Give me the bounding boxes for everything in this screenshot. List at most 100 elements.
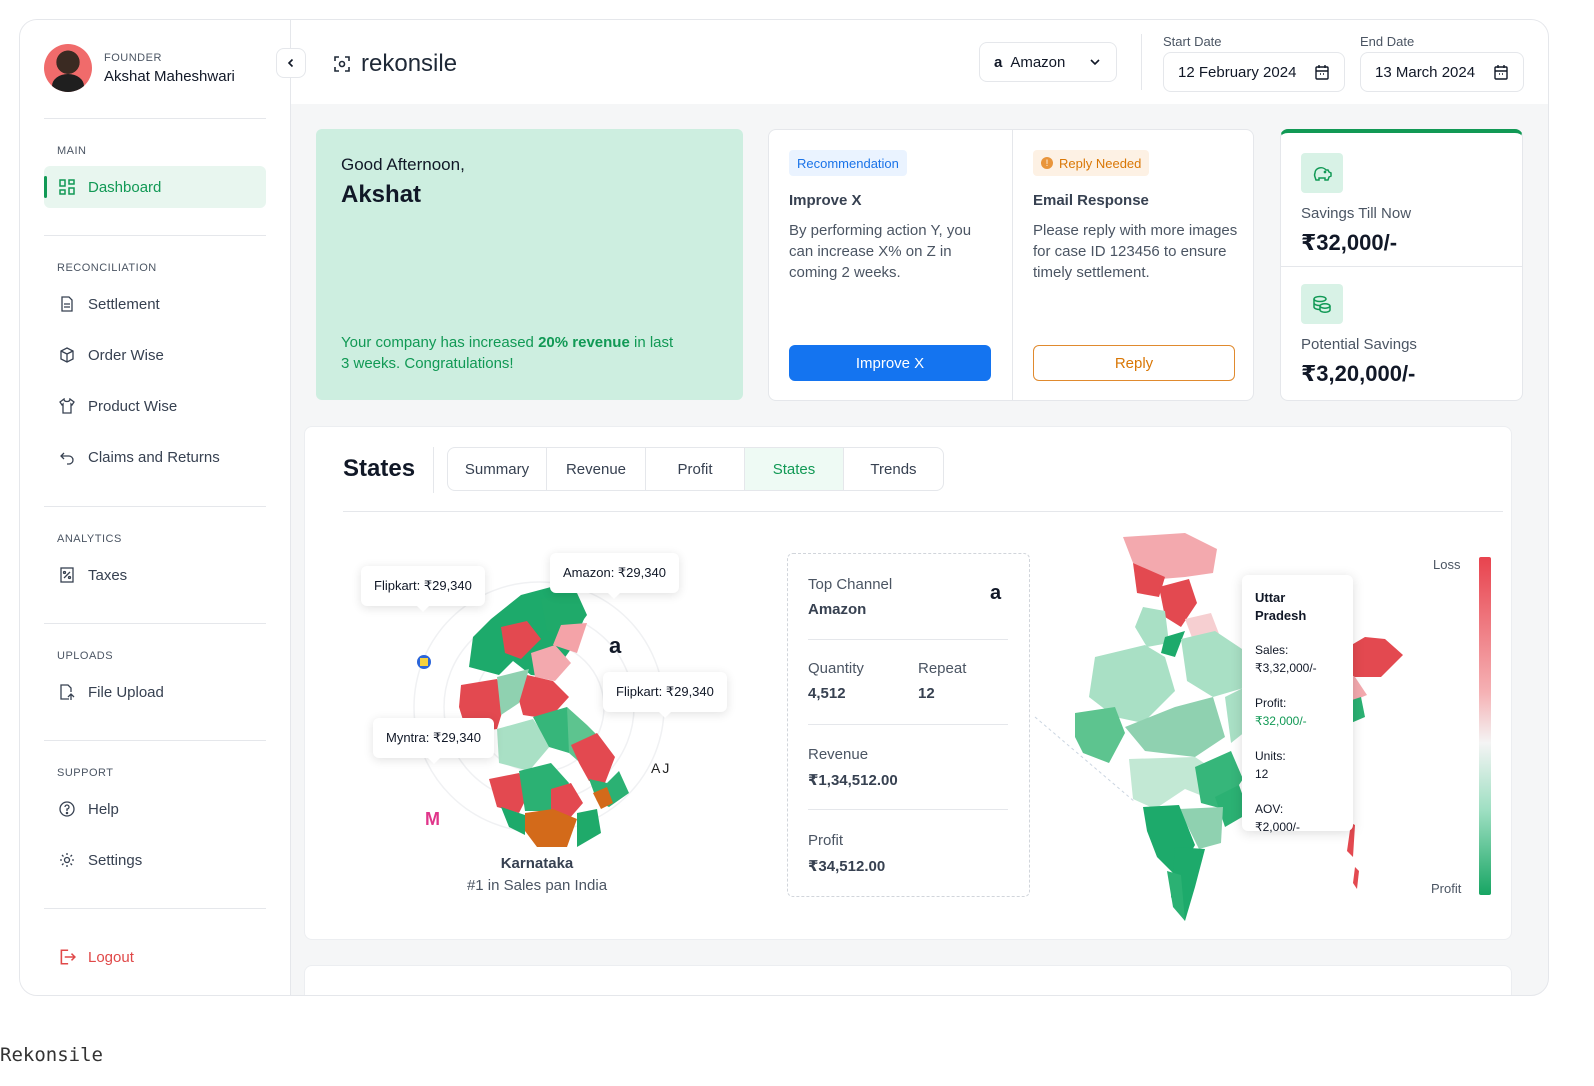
sidebar-item-label: Help (88, 800, 119, 818)
sidebar-item-label: Dashboard (88, 178, 162, 196)
reply-body: Please reply with more images for case I… (1033, 222, 1238, 281)
amazon-icon: a (994, 53, 1003, 71)
savings-till-now-value: ₹32,000/- (1301, 230, 1398, 255)
state-region (1181, 631, 1247, 697)
channel-select[interactable]: a Amazon (979, 42, 1117, 82)
divider (44, 908, 266, 909)
repeat-label: Repeat (918, 660, 967, 677)
divider (808, 809, 1008, 810)
tab-profit[interactable]: Profit (646, 448, 745, 490)
profit-value: ₹34,512.00 (808, 858, 886, 875)
sidebar-item-settings[interactable]: Settings (44, 839, 266, 881)
tooltip-profit: Profit: ₹32,000/- (1255, 696, 1307, 728)
section-label-analytics: ANALYTICS (57, 533, 122, 545)
callout-myntra[interactable]: Myntra: ₹29,340 (373, 718, 494, 764)
sidebar-item-order-wise[interactable]: Order Wise (44, 334, 266, 376)
rekonsile-logo-icon (331, 53, 353, 75)
sidebar-item-taxes[interactable]: Taxes (44, 554, 266, 596)
sidebar-item-claims[interactable]: Claims and Returns (44, 436, 266, 478)
reply-title: Email Response (1033, 192, 1149, 209)
sidebar-item-product-wise[interactable]: Product Wise (44, 385, 266, 427)
tab-revenue[interactable]: Revenue (547, 448, 646, 490)
sidebar-item-dashboard[interactable]: Dashboard (44, 166, 266, 208)
callout-flipkart-right[interactable]: Flipkart: ₹29,340 (603, 672, 727, 718)
divider (1141, 34, 1142, 90)
end-date-picker[interactable]: 13 March 2024 (1360, 52, 1524, 92)
calendar-icon (1493, 64, 1509, 84)
top-channel-value: Amazon (808, 601, 867, 618)
divider (433, 447, 434, 493)
section-label-main: MAIN (57, 145, 87, 157)
brand-logo[interactable]: rekonsile (331, 50, 457, 78)
quantity-value: 4,512 (808, 685, 846, 702)
myntra-icon: M (425, 809, 440, 829)
tooltip-aov: AOV: ₹2,000/- (1255, 802, 1300, 834)
revenue-value: ₹1,34,512.00 (808, 772, 898, 789)
sidebar-item-settlement[interactable]: Settlement (44, 283, 266, 325)
repeat-value: 12 (918, 685, 935, 702)
chevron-left-icon (286, 55, 296, 71)
section-label-uploads: UPLOADS (57, 650, 114, 662)
divider (44, 118, 266, 119)
profit-label: Profit (808, 832, 844, 849)
state-stats: Top Channel Amazon a Quantity 4,512 Repe… (787, 553, 1030, 897)
legend-loss-label: Loss (1433, 557, 1461, 572)
sidebar-item-label: File Upload (88, 683, 164, 701)
sidebar-item-label: Taxes (88, 566, 128, 584)
callout-amazon[interactable]: Amazon: ₹29,340 (550, 553, 679, 599)
receipt-percent-icon (58, 566, 76, 584)
sidebar-item-label: Settings (88, 851, 143, 869)
start-date-picker[interactable]: 12 February 2024 (1163, 52, 1345, 92)
callout-flipkart-left[interactable]: Flipkart: ₹29,340 (361, 566, 485, 612)
ajio-logo: AJIO (651, 760, 671, 776)
tab-summary[interactable]: Summary (448, 448, 547, 490)
savings-card: Savings Till Now ₹32,000/- Potential Sav… (1280, 129, 1523, 401)
greeting-name: Akshat (341, 181, 422, 208)
divider (343, 511, 1503, 512)
india-map[interactable] (1025, 527, 1445, 927)
selected-state-subtitle: #1 in Sales pan India (466, 877, 608, 894)
reply-button[interactable]: Reply (1033, 345, 1235, 381)
divider (44, 740, 266, 741)
divider (1281, 266, 1522, 267)
sidebar-item-label: Product Wise (88, 397, 178, 415)
tooltip-state-name: Uttar Pradesh (1255, 590, 1307, 623)
tab-trends[interactable]: Trends (844, 448, 943, 490)
channel-value: Amazon (1010, 53, 1066, 71)
next-panel (304, 965, 1512, 995)
tab-bar: Summary Revenue Profit States Trends (447, 447, 944, 491)
sidebar-item-label: Claims and Returns (88, 448, 220, 466)
improve-x-button[interactable]: Improve X (789, 345, 991, 381)
sidebar-item-file-upload[interactable]: File Upload (44, 671, 266, 713)
sidebar: FOUNDER Akshat Maheshwari MAIN Dashboard… (20, 20, 291, 995)
gear-icon (58, 851, 76, 869)
collapse-sidebar-button[interactable] (276, 48, 306, 78)
logout-button[interactable]: Logout (44, 936, 266, 978)
alert-icon: ! (1041, 157, 1053, 169)
grid-icon (58, 178, 76, 196)
piggy-bank-icon (1301, 153, 1343, 193)
legend-profit-label: Profit (1431, 881, 1462, 896)
user-profile[interactable]: FOUNDER Akshat Maheshwari (44, 44, 235, 92)
logout-icon (58, 948, 76, 966)
recommendation-tag: Recommendation (789, 150, 907, 176)
state-region (1135, 607, 1169, 647)
tab-states[interactable]: States (745, 448, 844, 490)
quantity-label: Quantity (808, 660, 864, 677)
recommendation-title: Improve X (789, 192, 862, 209)
document-icon (58, 295, 76, 313)
flipkart-icon-inner (420, 658, 428, 666)
calendar-icon (1314, 64, 1330, 84)
user-name: Akshat Maheshwari (104, 67, 235, 85)
amazon-icon: a (990, 582, 1002, 604)
divider (44, 506, 266, 507)
sidebar-item-help[interactable]: Help (44, 788, 266, 830)
action-cards: Recommendation Improve X By performing a… (768, 129, 1254, 401)
top-channel-label: Top Channel (808, 576, 893, 593)
greeting-card: Good Afternoon, Akshat Your company has … (316, 129, 743, 400)
brand-name: rekonsile (361, 50, 458, 77)
greeting-message: Your company has increased 20% revenue i… (341, 334, 674, 372)
user-role: FOUNDER (104, 51, 162, 64)
app-window: FOUNDER Akshat Maheshwari MAIN Dashboard… (19, 19, 1549, 996)
state-tooltip: Uttar Pradesh Sales: ₹3,32,000/- Profit:… (1242, 575, 1353, 834)
